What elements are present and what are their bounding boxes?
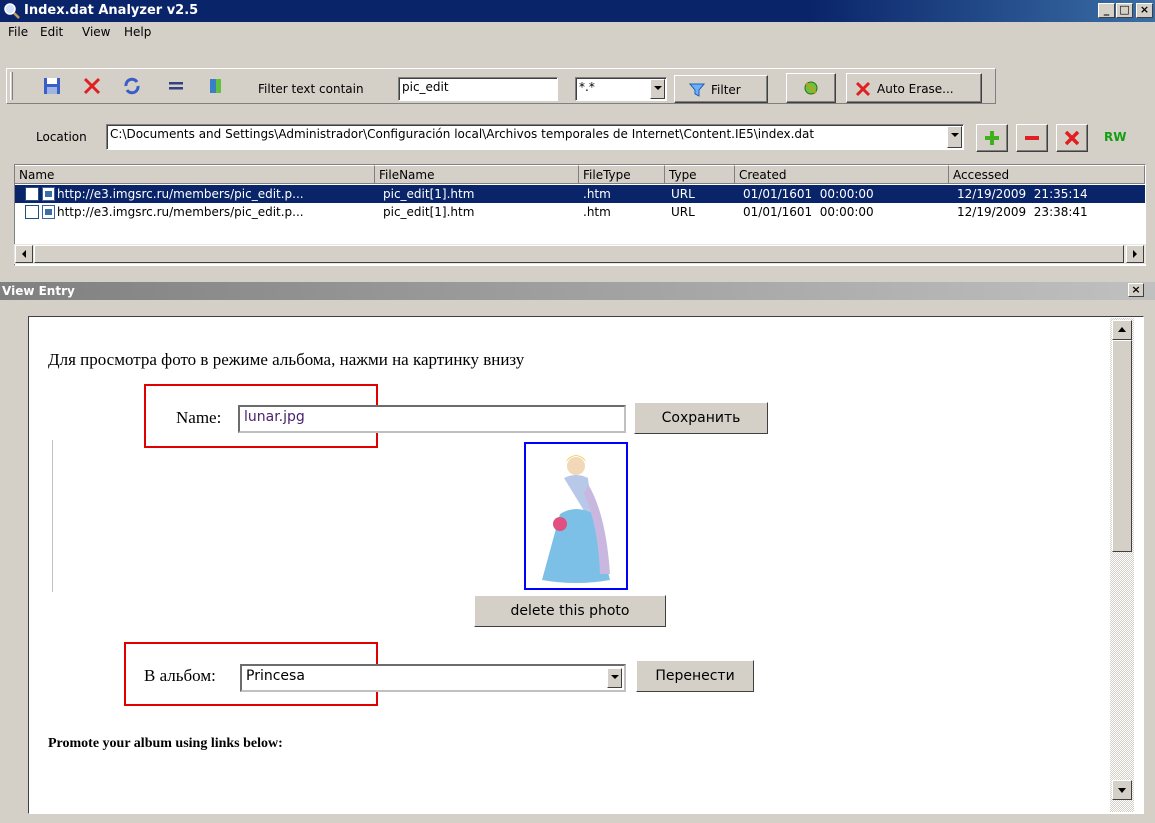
cell-accessed: 12/19/2009 23:38:41 bbox=[957, 205, 1088, 219]
arrow-down-icon bbox=[1118, 788, 1126, 793]
princess-image bbox=[542, 455, 610, 583]
exit-door-icon[interactable] bbox=[206, 76, 226, 96]
table-row[interactable]: http://e3.imgsrc.ru/members/pic_edit.p..… bbox=[15, 185, 1145, 203]
funnel-icon bbox=[689, 83, 705, 97]
photo-thumbnail[interactable] bbox=[524, 442, 628, 590]
view-entry-header: View Entry × bbox=[0, 282, 1155, 300]
cell-created: 01/01/1601 00:00:00 bbox=[743, 187, 874, 201]
cell-filetype: .htm bbox=[583, 187, 611, 201]
location-label: Location bbox=[36, 130, 87, 144]
fieldset-border bbox=[52, 440, 53, 592]
menu-file[interactable]: File bbox=[8, 25, 28, 39]
toolbar-grip[interactable] bbox=[10, 72, 13, 100]
location-path: C:\Documents and Settings\Administrador\… bbox=[110, 127, 815, 141]
menu-edit[interactable]: Edit bbox=[40, 25, 63, 39]
vertical-scroll-thumb[interactable] bbox=[1112, 340, 1132, 552]
location-select[interactable]: C:\Documents and Settings\Administrador\… bbox=[106, 124, 964, 150]
intro-text: Для просмотра фото в режиме альбома, наж… bbox=[48, 350, 525, 369]
menu-view[interactable]: View bbox=[82, 25, 110, 39]
filter-label: Filter text contain bbox=[258, 82, 364, 96]
chevron-down-icon[interactable] bbox=[947, 126, 962, 148]
minimize-button[interactable]: _ bbox=[1098, 3, 1115, 18]
refresh-icon[interactable] bbox=[122, 76, 142, 96]
save-icon[interactable] bbox=[42, 76, 62, 96]
column-accessed[interactable]: Accessed bbox=[949, 165, 1145, 184]
rw-mode-label[interactable]: RW bbox=[1104, 130, 1126, 144]
cell-type: URL bbox=[671, 187, 695, 201]
table-row[interactable]: http://e3.imgsrc.ru/members/pic_edit.p..… bbox=[15, 203, 1145, 221]
red-x-icon bbox=[1064, 130, 1080, 146]
scan-button[interactable] bbox=[786, 73, 836, 103]
arrow-right-icon bbox=[1133, 250, 1137, 258]
scroll-up-button[interactable] bbox=[1112, 320, 1132, 340]
cell-name: http://e3.imgsrc.ru/members/pic_edit.p..… bbox=[57, 187, 304, 201]
filter-button[interactable]: Filter bbox=[674, 75, 768, 103]
extension-select[interactable]: *.* bbox=[575, 77, 667, 101]
minus-icon bbox=[1025, 136, 1039, 140]
move-button[interactable]: Перенести bbox=[636, 660, 754, 692]
name-label: Name: bbox=[176, 408, 222, 427]
menu-help[interactable]: Help bbox=[124, 25, 151, 39]
scroll-down-button[interactable] bbox=[1112, 780, 1132, 800]
webpage-icon bbox=[42, 187, 55, 201]
delete-icon[interactable] bbox=[82, 76, 102, 96]
column-name[interactable]: Name bbox=[15, 165, 375, 184]
extension-value: *.* bbox=[579, 80, 595, 94]
column-filetype[interactable]: FileType bbox=[579, 165, 665, 184]
cell-accessed: 12/19/2009 21:35:14 bbox=[957, 187, 1088, 201]
album-label: В альбом: bbox=[144, 666, 216, 685]
title-bar: Index.dat Analyzer v2.5 _ □ × bbox=[0, 0, 1155, 22]
clear-location-button[interactable] bbox=[1056, 124, 1088, 152]
cell-filename: pic_edit[1].htm bbox=[383, 187, 475, 201]
scan-icon bbox=[804, 81, 818, 95]
chevron-down-icon[interactable] bbox=[650, 79, 665, 99]
filter-text-input[interactable]: pic_edit bbox=[398, 77, 558, 101]
cell-filename: pic_edit[1].htm bbox=[383, 205, 475, 219]
scroll-right-button[interactable] bbox=[1126, 245, 1144, 263]
cell-type: URL bbox=[671, 205, 695, 219]
cell-created: 01/01/1601 00:00:00 bbox=[743, 205, 874, 219]
horizontal-scrollbar[interactable] bbox=[14, 244, 1146, 264]
maximize-button[interactable]: □ bbox=[1116, 3, 1133, 18]
horizontal-scroll-thumb[interactable] bbox=[34, 245, 1124, 263]
row-checkbox[interactable] bbox=[25, 205, 39, 219]
auto-erase-label: Auto Erase... bbox=[877, 82, 954, 96]
arrow-up-icon bbox=[1118, 327, 1126, 332]
name-input[interactable]: lunar.jpg bbox=[238, 405, 626, 433]
plus-icon bbox=[985, 131, 999, 145]
remove-location-button[interactable] bbox=[1016, 124, 1048, 152]
magnifier-icon bbox=[4, 3, 20, 19]
equal-icon[interactable] bbox=[166, 76, 186, 96]
arrow-left-icon bbox=[22, 250, 26, 258]
album-select[interactable]: Princesa bbox=[240, 664, 626, 692]
column-created[interactable]: Created bbox=[735, 165, 949, 184]
promote-text: Promote your album using links below: bbox=[48, 736, 283, 751]
column-filename[interactable]: FileName bbox=[375, 165, 579, 184]
close-button[interactable]: × bbox=[1136, 3, 1153, 18]
window-title: Index.dat Analyzer v2.5 bbox=[24, 3, 199, 18]
panel-title: View Entry bbox=[2, 284, 75, 298]
chevron-down-icon[interactable] bbox=[607, 668, 622, 688]
cell-name: http://e3.imgsrc.ru/members/pic_edit.p..… bbox=[57, 205, 304, 219]
scroll-left-button[interactable] bbox=[15, 245, 33, 263]
album-value: Princesa bbox=[246, 668, 305, 684]
panel-close-button[interactable]: × bbox=[1128, 283, 1144, 297]
red-x-icon bbox=[855, 81, 871, 97]
filter-button-label: Filter bbox=[711, 83, 741, 97]
row-checkbox[interactable] bbox=[25, 187, 39, 201]
webpage-icon bbox=[42, 205, 55, 219]
cell-filetype: .htm bbox=[583, 205, 611, 219]
column-type[interactable]: Type bbox=[665, 165, 735, 184]
auto-erase-button[interactable]: Auto Erase... bbox=[846, 73, 982, 103]
save-button[interactable]: Сохранить bbox=[634, 402, 768, 434]
menu-bar: File Edit View Help bbox=[0, 22, 1155, 42]
add-location-button[interactable] bbox=[976, 124, 1008, 152]
delete-photo-button[interactable]: delete this photo bbox=[474, 595, 666, 627]
